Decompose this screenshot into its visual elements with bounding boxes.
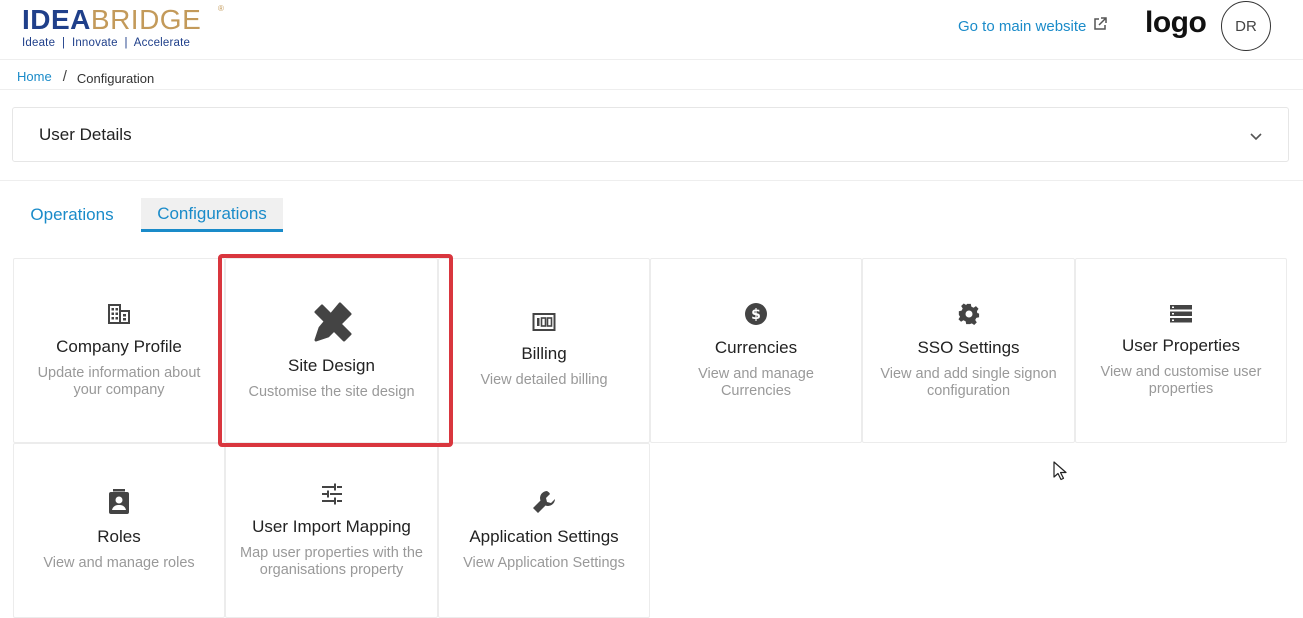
mouse-cursor-icon: [1053, 461, 1067, 481]
card-title: User Properties: [1121, 335, 1241, 355]
user-details-accordion[interactable]: User Details: [12, 107, 1289, 162]
list-icon: [1169, 304, 1193, 324]
card-description: Update information about your company: [37, 364, 201, 398]
company-profile-card[interactable]: Company Profile Update information about…: [13, 258, 225, 443]
card-title: SSO Settings: [917, 337, 1020, 357]
breadcrumb-divider: [0, 89, 1303, 90]
card-description: Map user properties with the organisatio…: [240, 544, 423, 578]
card-description: View detailed billing: [480, 372, 608, 388]
brand-part-bridge: BRIDGE: [90, 4, 202, 35]
card-description: View and manage roles: [43, 555, 195, 571]
top-header: IDEABRIDGE ® Ideate | Innovate | Acceler…: [0, 0, 1303, 60]
registered-mark: ®: [218, 4, 224, 13]
ideabridge-logo[interactable]: IDEABRIDGE ® Ideate | Innovate | Acceler…: [22, 4, 224, 49]
card-description: Customise the site design: [248, 384, 415, 400]
card-title: Company Profile: [56, 336, 182, 356]
card-title: Roles: [97, 527, 141, 546]
card-title: Application Settings: [469, 527, 619, 546]
svg-text:$: $: [751, 307, 761, 323]
roles-card[interactable]: Roles View and manage roles: [13, 443, 225, 618]
go-to-main-website-link[interactable]: Go to main website: [958, 16, 1108, 36]
card-title: Site Design: [288, 356, 375, 375]
card-title: User Import Mapping: [252, 516, 411, 536]
brand-wordmark: IDEABRIDGE: [22, 4, 201, 36]
card-description: View and add single signon configuration: [880, 365, 1057, 399]
accordion-title: User Details: [39, 124, 132, 144]
currency-icon: $: [744, 302, 768, 326]
card-description: View Application Settings: [463, 555, 625, 571]
main-website-label: Go to main website: [958, 17, 1087, 35]
card-description: View and manage Currencies: [698, 365, 814, 399]
application-settings-card[interactable]: Application Settings View Application Se…: [438, 443, 650, 618]
brand-tagline: Ideate | Innovate | Accelerate: [22, 37, 191, 49]
billing-card[interactable]: Billing View detailed billing: [438, 258, 650, 443]
badge-icon: [107, 489, 131, 515]
design-tools-icon: [310, 300, 354, 344]
card-description: View and customise user properties: [1100, 363, 1262, 397]
site-design-card[interactable]: Site Design Customise the site design: [225, 258, 438, 443]
breadcrumb-home[interactable]: Home: [17, 69, 52, 84]
card-title: Currencies: [714, 337, 798, 357]
building-icon: [107, 303, 131, 325]
user-properties-card[interactable]: User Properties View and customise user …: [1075, 258, 1287, 443]
tab-operations[interactable]: Operations: [16, 198, 128, 232]
breadcrumb-separator: /: [62, 68, 67, 85]
billing-icon: [532, 312, 556, 332]
company-logo[interactable]: logo: [1145, 6, 1207, 40]
card-title: Billing: [521, 344, 567, 363]
user-avatar[interactable]: DR: [1221, 1, 1271, 51]
external-link-icon: [1092, 16, 1108, 36]
breadcrumb: Home / Configuration: [17, 67, 154, 86]
currencies-card[interactable]: $ Currencies View and manage Currencies: [650, 258, 862, 443]
brand-part-idea: IDEA: [22, 4, 91, 35]
wrench-icon: [531, 489, 557, 515]
breadcrumb-current: Configuration: [76, 71, 155, 86]
sso-settings-card[interactable]: SSO Settings View and add single signon …: [862, 258, 1075, 443]
section-divider: [0, 180, 1303, 181]
chevron-down-icon: [1250, 133, 1262, 141]
gear-icon: [957, 302, 981, 326]
user-import-mapping-card[interactable]: User Import Mapping Map user properties …: [225, 443, 438, 618]
tab-configurations[interactable]: Configurations: [141, 198, 283, 232]
sliders-icon: [321, 483, 343, 505]
